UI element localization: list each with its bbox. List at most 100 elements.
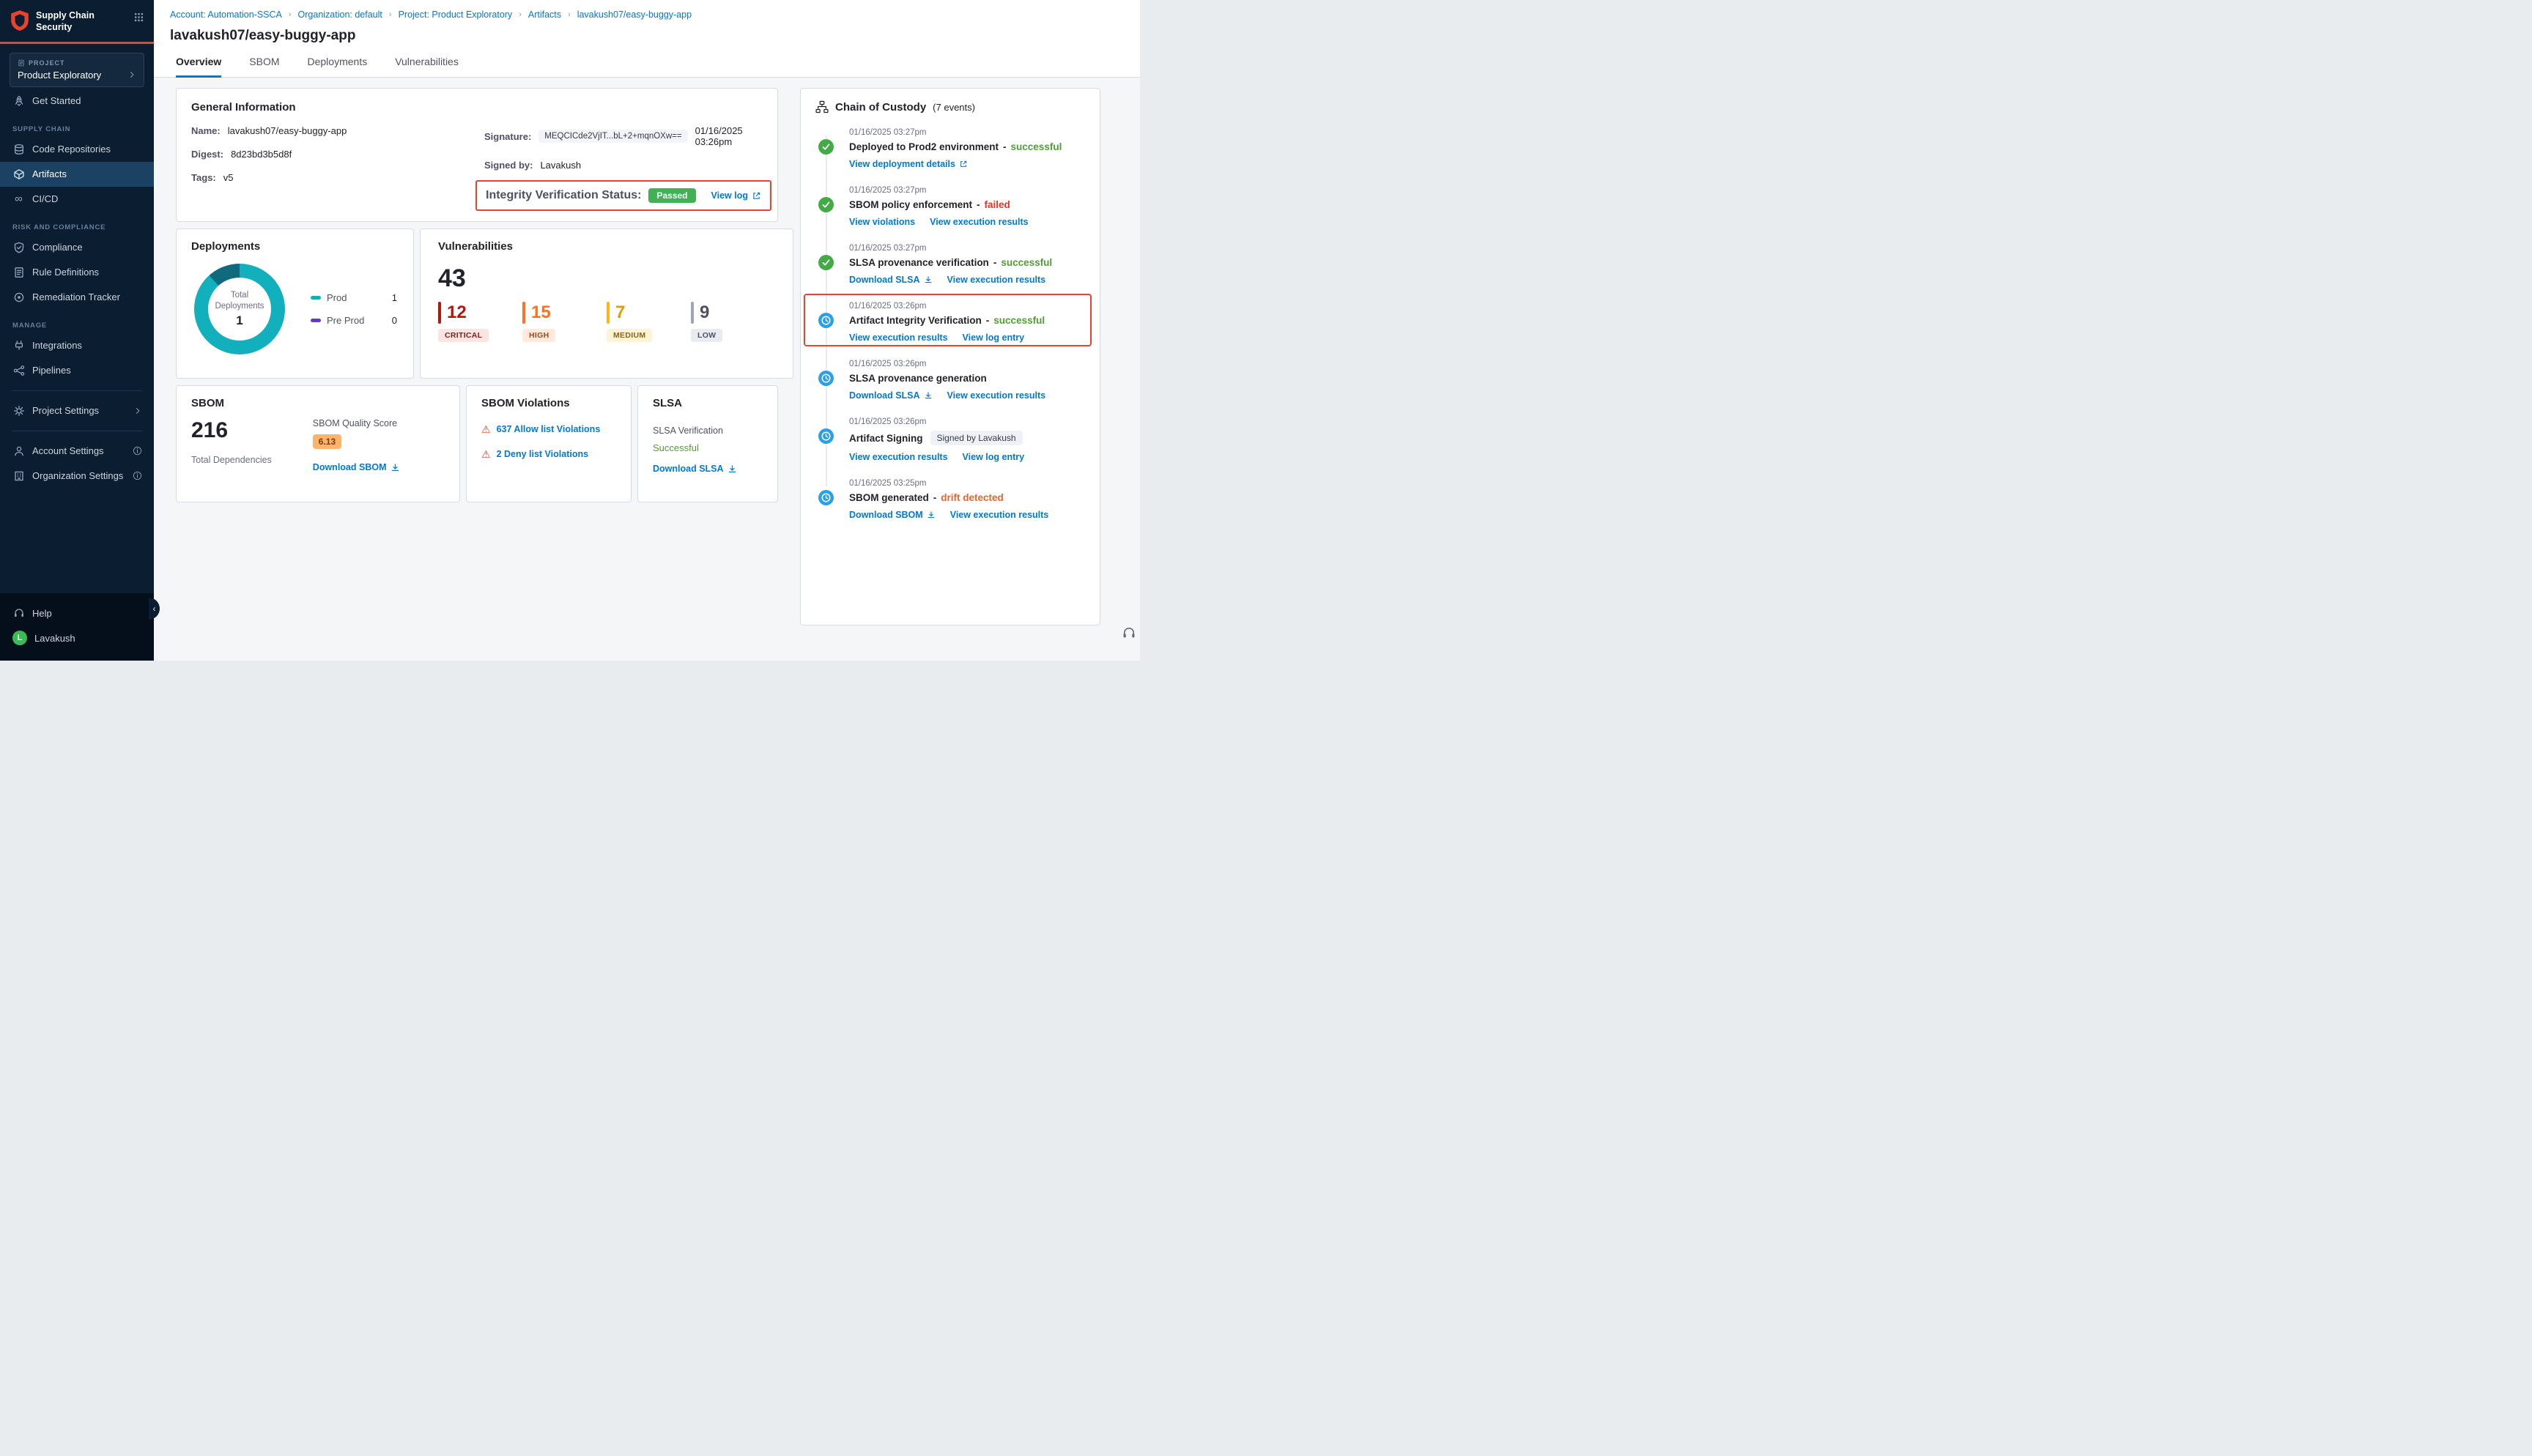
tab-sbom[interactable]: SBOM <box>249 56 279 78</box>
name-value: lavakush07/easy-buggy-app <box>228 125 347 136</box>
card-title: Deployments <box>191 240 399 253</box>
donut-center-label: Deployments <box>215 301 264 312</box>
page-header: Account: Automation-SSCA › Organization:… <box>154 0 1140 78</box>
tags-label: Tags: <box>191 172 216 183</box>
breadcrumb-separator: › <box>519 10 522 19</box>
view-violations-link[interactable]: View violations <box>849 217 915 227</box>
download-slsa-link[interactable]: Download SLSA <box>849 390 933 401</box>
breadcrumb-account[interactable]: Account: Automation-SSCA <box>170 10 282 20</box>
view-execution-results-link[interactable]: View execution results <box>947 275 1046 285</box>
severity-bar <box>691 302 694 324</box>
sidebar-item-remediation-tracker[interactable]: Remediation Tracker <box>0 285 154 310</box>
severity-low: 9 LOW <box>691 302 775 342</box>
view-log-link[interactable]: View log <box>711 190 761 201</box>
sidebar-item-account-settings[interactable]: Account Settings <box>0 439 154 464</box>
card-title: SBOM Violations <box>481 397 616 409</box>
sidebar-item-code-repositories[interactable]: Code Repositories <box>0 137 154 162</box>
severity-label: MEDIUM <box>607 329 652 342</box>
view-execution-results-link[interactable]: View execution results <box>947 390 1046 401</box>
sidebar-item-cicd[interactable]: ∞ CI/CD <box>0 187 154 212</box>
download-sbom-link[interactable]: Download SBOM <box>313 462 400 472</box>
custody-event-artifact-signing: 01/16/2025 03:26pm Artifact Signing Sign… <box>815 417 1085 462</box>
breadcrumb-separator: › <box>389 10 392 19</box>
plug-icon <box>12 339 25 352</box>
sidebar-item-artifacts[interactable]: Artifacts <box>0 162 154 187</box>
view-execution-results-link[interactable]: View execution results <box>950 510 1049 520</box>
view-log-label: View log <box>711 190 748 201</box>
severity-bar <box>438 302 441 324</box>
building-icon <box>12 469 25 482</box>
sidebar-item-organization-settings[interactable]: Organization Settings <box>0 464 154 489</box>
severity-count: 15 <box>531 302 551 323</box>
severity-count: 9 <box>700 302 709 323</box>
avatar: L <box>12 631 27 645</box>
signed-by-label: Signed by: <box>484 160 533 171</box>
breadcrumb-current[interactable]: lavakush07/easy-buggy-app <box>577 10 692 20</box>
document-icon <box>12 266 25 278</box>
sidebar-item-label: Pipelines <box>32 365 71 376</box>
event-title: SBOM policy enforcement <box>849 199 972 210</box>
sidebar-section-risk-compliance: RISK AND COMPLIANCE <box>12 223 154 231</box>
breadcrumb-organization[interactable]: Organization: default <box>298 10 382 20</box>
deny-list-violations-link[interactable]: 2 Deny list Violations <box>497 449 589 459</box>
deployments-legend: Prod 1 Pre Prod 0 <box>311 292 397 326</box>
sidebar-item-pipelines[interactable]: Pipelines <box>0 358 154 383</box>
sidebar-section-manage: MANAGE <box>12 322 154 330</box>
view-execution-results-link[interactable]: View execution results <box>849 333 948 343</box>
sidebar-item-label: Organization Settings <box>32 470 123 481</box>
sidebar-item-integrations[interactable]: Integrations <box>0 333 154 358</box>
artifact-cube-icon <box>12 168 25 180</box>
project-selector[interactable]: PROJECT Product Exploratory <box>10 53 144 87</box>
user-menu[interactable]: L Lavakush <box>0 625 154 650</box>
download-slsa-link[interactable]: Download SLSA <box>849 275 933 285</box>
sidebar-item-get-started[interactable]: Get Started <box>0 89 154 114</box>
view-deployment-details-link[interactable]: View deployment details <box>849 159 968 169</box>
sidebar-item-label: Project Settings <box>32 405 99 416</box>
user-name: Lavakush <box>34 633 75 644</box>
preprod-color-swatch <box>311 319 321 322</box>
severity-high: 15 HIGH <box>522 302 607 342</box>
download-sbom-link[interactable]: Download SBOM <box>849 510 936 520</box>
legend-item-prod: Prod 1 <box>311 292 397 303</box>
slsa-card: SLSA SLSA Verification Successful Downlo… <box>637 385 778 502</box>
sidebar-item-rule-definitions[interactable]: Rule Definitions <box>0 260 154 285</box>
breadcrumb-project[interactable]: Project: Product Exploratory <box>399 10 513 20</box>
legend-item-preprod: Pre Prod 0 <box>311 315 397 326</box>
view-log-entry-link[interactable]: View log entry <box>963 333 1025 343</box>
sidebar-item-project-settings[interactable]: Project Settings <box>0 398 154 423</box>
tab-deployments[interactable]: Deployments <box>308 56 368 78</box>
help-label: Help <box>32 608 52 619</box>
sidebar-footer: Help L Lavakush <box>0 593 154 661</box>
help-button[interactable]: Help <box>0 601 154 625</box>
breadcrumb-artifacts[interactable]: Artifacts <box>528 10 561 20</box>
slsa-verification-label: SLSA Verification <box>653 426 763 436</box>
sbom-stage-icon <box>818 490 834 505</box>
slsa-status: Successful <box>653 442 763 453</box>
sbom-card: SBOM 216 Total Dependencies SBOM Quality… <box>176 385 460 502</box>
infinity-icon: ∞ <box>12 193 25 205</box>
view-execution-results-link[interactable]: View execution results <box>849 452 948 462</box>
event-title: Artifact Signing <box>849 433 923 444</box>
sidebar-item-label: Rule Definitions <box>32 267 99 278</box>
custody-event-integrity-verification: 01/16/2025 03:26pm Artifact Integrity Ve… <box>815 302 1085 343</box>
allow-list-violations-link[interactable]: 637 Allow list Violations <box>497 424 601 434</box>
legend-label: Pre Prod <box>327 315 364 326</box>
module-grid-icon[interactable] <box>134 12 144 22</box>
download-slsa-link[interactable]: Download SLSA <box>653 464 737 474</box>
signature-row: Signature: MEQCICde2VjIT...bL+2+mqnOXw==… <box>484 125 763 147</box>
support-headset-icon[interactable] <box>1122 625 1136 640</box>
status-badge-passed: Passed <box>648 188 695 203</box>
event-timestamp: 01/16/2025 03:26pm <box>849 360 1085 368</box>
view-log-entry-link[interactable]: View log entry <box>963 452 1025 462</box>
tab-vulnerabilities[interactable]: Vulnerabilities <box>395 56 459 78</box>
tab-overview[interactable]: Overview <box>176 56 221 78</box>
deny-list-violations-row: ⚠ 2 Deny list Violations <box>481 449 616 459</box>
signing-stage-icon <box>818 428 834 444</box>
sidebar-item-compliance[interactable]: Compliance <box>0 235 154 260</box>
slsa-stage-icon <box>818 255 834 270</box>
app-window: Supply Chain Security PROJECT Product Ex… <box>0 0 1140 661</box>
view-execution-results-link[interactable]: View execution results <box>930 217 1029 227</box>
legend-value: 0 <box>392 315 397 326</box>
event-timestamp: 01/16/2025 03:27pm <box>849 244 1085 253</box>
download-icon <box>728 464 737 474</box>
